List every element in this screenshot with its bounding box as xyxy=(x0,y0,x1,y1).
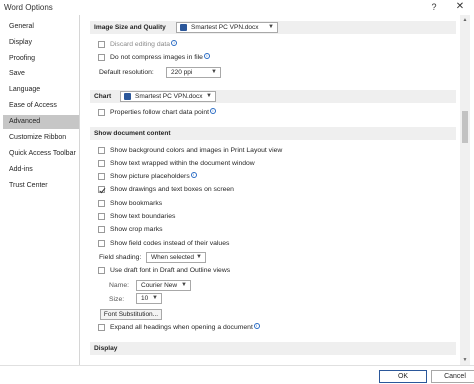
sidebar-item-ease-of-access[interactable]: Ease of Access xyxy=(3,99,79,113)
no-compress-checkbox[interactable] xyxy=(98,54,105,61)
sidebar-item-proofing[interactable]: Proofing xyxy=(3,52,79,66)
show-crop-marks-label: Show crop marks xyxy=(110,226,163,233)
chart-header-label: Chart xyxy=(94,93,112,100)
font-name-select[interactable]: Courier New ▼ xyxy=(136,280,191,291)
chevron-down-icon: ▼ xyxy=(196,254,202,260)
expand-headings-checkbox[interactable] xyxy=(98,324,105,331)
word-document-icon xyxy=(180,24,187,31)
show-drawings-label: Show drawings and text boxes on screen xyxy=(110,186,234,193)
discard-editing-checkbox[interactable] xyxy=(98,41,105,48)
sidebar-item-display[interactable]: Display xyxy=(3,36,79,50)
image-size-document-value: Smartest PC VPN.docx xyxy=(191,24,259,31)
scroll-thumb[interactable] xyxy=(462,111,468,143)
show-field-codes-checkbox[interactable] xyxy=(98,240,105,247)
word-document-icon xyxy=(124,93,131,100)
no-compress-label: Do not compress images in file xyxy=(110,54,203,61)
scroll-down-arrow-icon[interactable]: ▼ xyxy=(460,355,470,365)
show-text-wrapped-label: Show text wrapped within the document wi… xyxy=(110,160,255,167)
font-name-label: Name: xyxy=(109,282,130,289)
image-size-header-label: Image Size and Quality xyxy=(94,24,166,31)
scroll-up-arrow-icon[interactable]: ▲ xyxy=(460,15,470,25)
chevron-down-icon: ▼ xyxy=(211,69,217,75)
font-name-value: Courier New xyxy=(141,282,178,289)
ok-button[interactable]: OK xyxy=(379,370,427,383)
show-document-content-header: Show document content xyxy=(90,127,456,140)
scrollbar[interactable]: ▲ ▼ xyxy=(460,15,470,365)
show-picture-placeholders-checkbox[interactable] xyxy=(98,173,105,180)
close-button[interactable]: ✕ xyxy=(453,1,467,13)
field-shading-label: Field shading: xyxy=(99,254,142,261)
info-icon: i xyxy=(253,323,260,329)
show-drawings-checkbox[interactable] xyxy=(98,186,105,193)
properties-follow-checkbox[interactable] xyxy=(98,109,105,116)
info-icon: i xyxy=(190,172,197,178)
use-draft-font-checkbox[interactable] xyxy=(98,267,105,274)
display-header: Display xyxy=(90,342,456,355)
show-picture-placeholders-label: Show picture placeholders xyxy=(110,173,190,180)
dialog-footer: OK Cancel xyxy=(0,365,474,384)
title-bar: Word Options ? ✕ xyxy=(0,0,474,15)
info-icon: i xyxy=(203,53,210,59)
info-icon: i xyxy=(171,40,178,46)
cancel-button[interactable]: Cancel xyxy=(431,370,474,383)
chevron-down-icon: ▼ xyxy=(181,282,187,288)
sidebar-item-general[interactable]: General xyxy=(3,20,79,34)
display-header-label: Display xyxy=(94,345,118,352)
properties-follow-label: Properties follow chart data point xyxy=(110,109,209,116)
font-size-value: 10 xyxy=(141,295,149,302)
use-draft-font-label: Use draft font in Draft and Outline view… xyxy=(110,267,231,274)
sidebar-item-trust-center[interactable]: Trust Center xyxy=(3,179,79,193)
window-title: Word Options xyxy=(4,3,53,12)
sidebar-item-save[interactable]: Save xyxy=(3,67,79,81)
info-icon: i xyxy=(210,108,216,114)
show-text-wrapped-checkbox[interactable] xyxy=(98,160,105,167)
default-resolution-select[interactable]: 220 ppi ▼ xyxy=(166,67,221,78)
sidebar: General Display Proofing Save Language E… xyxy=(0,15,80,365)
chart-document-value: Smartest PC VPN.docx xyxy=(135,93,203,100)
show-text-boundaries-checkbox[interactable] xyxy=(98,213,105,220)
chevron-down-icon: ▼ xyxy=(206,93,212,99)
font-size-select[interactable]: 10 ▼ xyxy=(136,293,162,304)
image-size-document-select[interactable]: Smartest PC VPN.docx ▼ xyxy=(176,22,278,33)
expand-headings-label: Expand all headings when opening a docum… xyxy=(110,324,253,331)
field-shading-select[interactable]: When selected ▼ xyxy=(146,252,206,263)
sidebar-item-customize-ribbon[interactable]: Customize Ribbon xyxy=(3,131,79,145)
sidebar-item-advanced[interactable]: Advanced xyxy=(3,115,79,129)
options-content: Image Size and Quality Smartest PC VPN.d… xyxy=(86,15,460,365)
field-shading-value: When selected xyxy=(151,254,194,261)
show-background-label: Show background colors and images in Pri… xyxy=(110,147,283,154)
chart-document-select[interactable]: Smartest PC VPN.docx ▼ xyxy=(120,91,216,102)
help-button[interactable]: ? xyxy=(427,1,441,13)
sidebar-item-language[interactable]: Language xyxy=(3,83,79,97)
show-crop-marks-checkbox[interactable] xyxy=(98,226,105,233)
show-bookmarks-checkbox[interactable] xyxy=(98,200,105,207)
chevron-down-icon: ▼ xyxy=(152,295,158,301)
show-text-boundaries-label: Show text boundaries xyxy=(110,213,176,220)
show-bookmarks-label: Show bookmarks xyxy=(110,200,163,207)
chevron-down-icon: ▼ xyxy=(268,24,274,30)
sidebar-item-add-ins[interactable]: Add-ins xyxy=(3,163,79,177)
sidebar-item-quick-access-toolbar[interactable]: Quick Access Toolbar xyxy=(3,147,79,161)
font-size-label: Size: xyxy=(109,296,125,303)
discard-editing-label: Discard editing data xyxy=(110,41,171,48)
default-resolution-value: 220 ppi xyxy=(171,69,193,76)
font-substitution-button[interactable]: Font Substitution... xyxy=(100,309,162,320)
default-resolution-label: Default resolution: xyxy=(99,69,154,76)
show-document-content-header-label: Show document content xyxy=(94,130,171,137)
show-background-checkbox[interactable] xyxy=(98,147,105,154)
show-field-codes-label: Show field codes instead of their values xyxy=(110,240,230,247)
